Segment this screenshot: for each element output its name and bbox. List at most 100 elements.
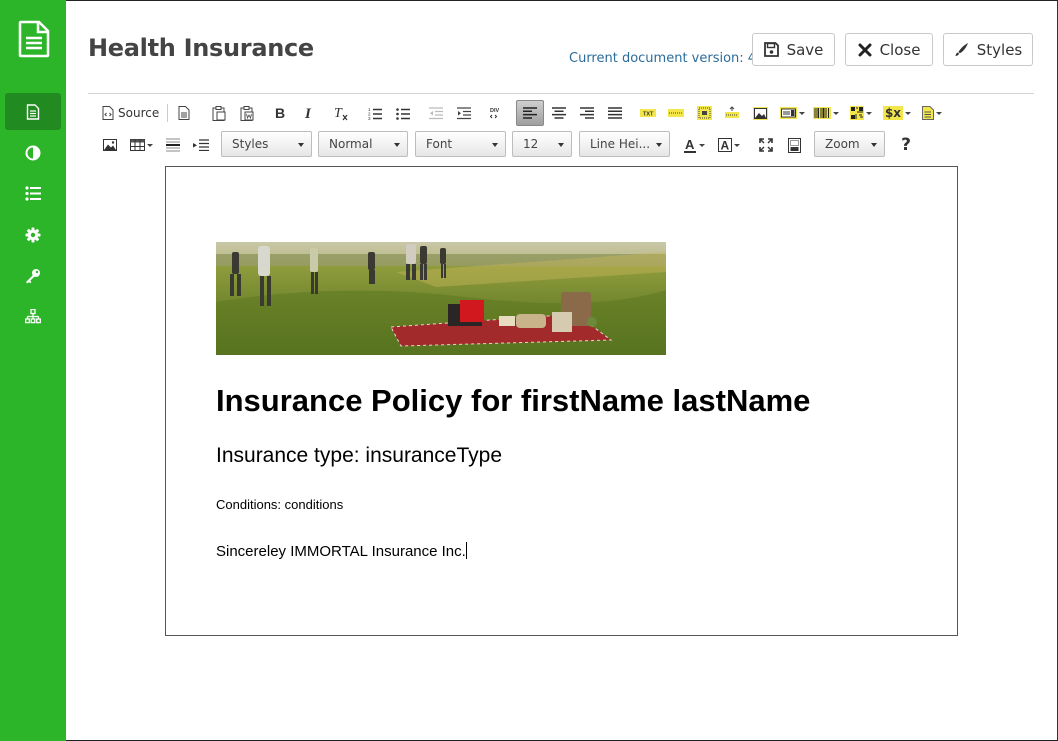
indent-icon: [457, 106, 471, 119]
sidebar-item-document[interactable]: [5, 93, 61, 130]
sidebar-item-theme[interactable]: [5, 134, 61, 171]
align-center-button[interactable]: [550, 104, 568, 122]
justify-button[interactable]: [606, 104, 624, 122]
page-break-icon: [193, 139, 209, 151]
save-label: Save: [786, 40, 824, 59]
save-button[interactable]: Save: [752, 33, 835, 66]
document-signature: Sincereley IMMORTAL Insurance Inc.: [216, 543, 466, 560]
styles-button[interactable]: Styles: [943, 33, 1033, 66]
qrcode-button[interactable]: [848, 104, 874, 122]
font-size-dropdown[interactable]: 12: [512, 131, 572, 157]
font-dropdown-value: Font: [426, 137, 453, 151]
chevron-down-icon: [394, 143, 400, 147]
select-field-button[interactable]: [779, 104, 805, 122]
align-center-icon: [552, 107, 566, 119]
chevron-down-icon: [905, 111, 912, 115]
new-page-button[interactable]: [176, 104, 192, 122]
indent-button[interactable]: [455, 104, 473, 122]
sidebar-item-list[interactable]: [5, 175, 61, 212]
editor-content-area[interactable]: Insurance Policy for firstName lastName …: [165, 166, 958, 636]
background-color-button[interactable]: A: [716, 136, 742, 154]
help-button[interactable]: ?: [897, 135, 915, 155]
bulleted-list-button[interactable]: [394, 104, 412, 122]
svg-text:I: I: [304, 106, 312, 120]
numbered-list-button[interactable]: 123: [366, 104, 384, 122]
chevron-down-icon: [936, 111, 942, 115]
close-label: Close: [879, 40, 921, 59]
variable-icon: $x: [882, 106, 904, 120]
svg-text:DIV: DIV: [490, 108, 500, 114]
page-break-button[interactable]: [192, 136, 210, 154]
image-field-button[interactable]: [751, 104, 769, 122]
insert-table-button[interactable]: [128, 136, 154, 154]
key-icon: [26, 268, 40, 283]
show-blocks-icon: [787, 137, 801, 153]
text-color-button[interactable]: A: [681, 136, 707, 154]
chevron-down-icon: [871, 143, 877, 147]
text-color-icon: A: [684, 138, 696, 153]
variable-button[interactable]: $x: [882, 104, 912, 122]
picnic-image[interactable]: [216, 242, 666, 355]
insert-image-button[interactable]: [101, 136, 119, 154]
repeat-field-button[interactable]: [723, 104, 741, 122]
document-icon[interactable]: [17, 20, 51, 58]
file-icon: [26, 103, 40, 120]
close-button[interactable]: Close: [845, 33, 933, 66]
maximize-button[interactable]: [757, 136, 775, 154]
paste-word-button[interactable]: [238, 104, 256, 122]
template-field-button[interactable]: [919, 104, 945, 122]
create-div-button[interactable]: DIV: [488, 104, 506, 122]
paste-button[interactable]: [210, 104, 228, 122]
outdent-icon: [429, 106, 443, 119]
image-field-icon: [752, 106, 768, 120]
zoom-dropdown[interactable]: Zoom: [814, 131, 885, 157]
toolbar-separator: [167, 104, 168, 122]
gear-icon: [25, 227, 41, 242]
align-left-button[interactable]: [516, 100, 544, 126]
document-version: Current document version: 4: [569, 51, 757, 66]
outdent-button[interactable]: [427, 104, 445, 122]
div-container-icon: DIV: [490, 108, 500, 119]
bold-button[interactable]: B: [271, 104, 289, 122]
chevron-down-icon: [699, 143, 705, 147]
remove-format-button[interactable]: T: [331, 103, 351, 123]
styles-dropdown[interactable]: Styles: [221, 131, 312, 157]
sidebar-item-settings[interactable]: [5, 216, 61, 253]
font-dropdown[interactable]: Font: [415, 131, 506, 157]
paste-icon: [212, 105, 226, 121]
source-button[interactable]: Source: [102, 104, 159, 122]
svg-text:T: T: [334, 106, 343, 121]
brush-icon: [955, 43, 968, 56]
sidebar-item-keys[interactable]: [5, 257, 61, 294]
maximize-icon: [759, 138, 773, 152]
line-height-dropdown[interactable]: Line Hei...: [579, 131, 670, 157]
sidebar-item-structure[interactable]: [5, 298, 61, 335]
checkbox-field-button[interactable]: [695, 104, 713, 122]
document-signature-line: Sincereley IMMORTAL Insurance Inc.: [216, 542, 467, 560]
barcode-button[interactable]: [813, 104, 839, 122]
save-icon: [763, 42, 779, 57]
header-divider: [88, 93, 1034, 94]
text-field-icon: TXT: [640, 109, 656, 117]
dotted-field-button[interactable]: [667, 106, 685, 120]
document-conditions: Conditions: conditions: [216, 497, 344, 512]
contrast-icon: [25, 145, 41, 160]
format-dropdown[interactable]: Normal: [318, 131, 408, 157]
text-field-button[interactable]: TXT: [639, 106, 657, 120]
horizontal-line-button[interactable]: [164, 136, 182, 154]
italic-button[interactable]: I: [299, 104, 317, 122]
paste-word-icon: [240, 105, 254, 121]
align-right-button[interactable]: [578, 104, 596, 122]
chevron-down-icon: [798, 111, 805, 115]
show-blocks-button[interactable]: [785, 136, 803, 154]
remove-format-icon: T: [334, 106, 348, 121]
checkbox-field-icon: [696, 106, 712, 120]
dotted-field-icon: [668, 109, 684, 117]
image-icon: [103, 139, 117, 151]
sidebar: [0, 0, 66, 741]
chevron-down-icon: [833, 111, 839, 115]
svg-text:A: A: [685, 138, 695, 152]
chevron-down-icon: [492, 143, 498, 147]
line-height-dropdown-value: Line Hei...: [590, 137, 651, 151]
page-title: Health Insurance: [88, 34, 314, 62]
